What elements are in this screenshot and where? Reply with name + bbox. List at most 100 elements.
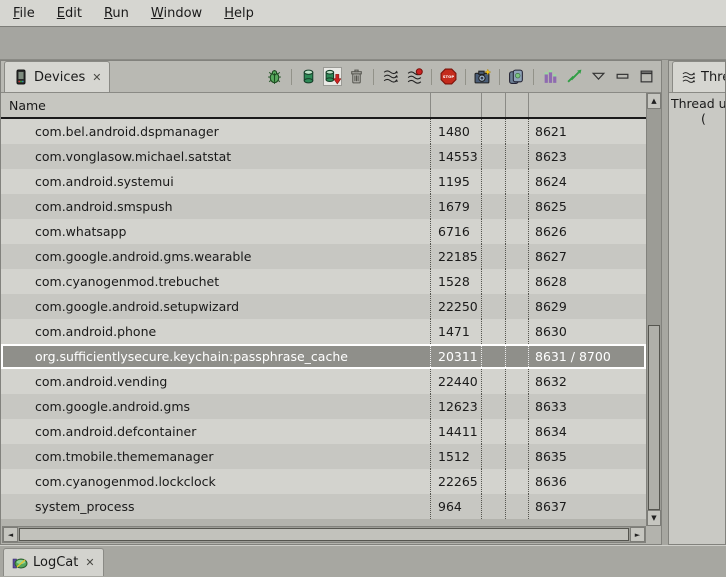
table-row[interactable]: com.google.android.setupwizard 22250 862… (1, 294, 646, 319)
horizontal-scroll-thumb[interactable] (19, 528, 629, 541)
empty-cell (505, 269, 528, 294)
devices-toolbar: STOP (265, 61, 661, 92)
table-row[interactable]: com.whatsapp 6716 8626 (1, 219, 646, 244)
table-row[interactable]: com.android.vending 22440 8632 (1, 369, 646, 394)
minimize-icon[interactable] (613, 67, 632, 86)
table-row[interactable]: com.android.systemui 1195 8624 (1, 169, 646, 194)
column-header-pid[interactable] (430, 93, 481, 117)
table-row[interactable]: org.sufficientlysecure.keychain:passphra… (1, 344, 646, 369)
process-name: org.sufficientlysecure.keychain:passphra… (35, 349, 348, 364)
threads-panel: Threads Thread up ( (668, 60, 726, 545)
process-pid: 1195 (438, 174, 470, 189)
table-row[interactable]: com.google.android.gms 12623 8633 (1, 394, 646, 419)
threads-tabbar: Threads (669, 61, 725, 93)
process-pid: 14553 (438, 149, 478, 164)
table-row[interactable]: com.android.smspush 1679 8625 (1, 194, 646, 219)
toolbar-separator (431, 69, 432, 85)
cause-gc-icon[interactable] (347, 67, 366, 86)
empty-cell (505, 119, 528, 144)
column-header-heap[interactable] (481, 93, 505, 117)
table-row[interactable]: com.google.android.gms.wearable 22185 86… (1, 244, 646, 269)
process-port: 8628 (535, 274, 567, 289)
update-heap-icon[interactable] (299, 67, 318, 86)
empty-cell (481, 469, 505, 494)
toolbar-separator (291, 69, 292, 85)
table-row[interactable]: com.cyanogenmod.trebuchet 1528 8628 (1, 269, 646, 294)
vertical-scrollbar[interactable]: ▲ ▼ (646, 93, 661, 526)
empty-cell (481, 144, 505, 169)
empty-cell (481, 244, 505, 269)
view-menu-icon[interactable] (589, 67, 608, 86)
table-row[interactable]: com.vonglasow.michael.satstat 14553 8623 (1, 144, 646, 169)
empty-cell (505, 494, 528, 519)
empty-cell (505, 344, 528, 369)
scroll-down-button[interactable]: ▼ (647, 510, 661, 526)
menu-item-window[interactable]: Window (140, 2, 213, 25)
tab-logcat[interactable]: LogCat ✕ (3, 548, 104, 576)
update-threads-icon[interactable] (381, 67, 400, 86)
scroll-up-button[interactable]: ▲ (647, 93, 661, 109)
column-header-port[interactable] (528, 93, 646, 117)
process-port: 8633 (535, 399, 567, 414)
scroll-left-button[interactable]: ◄ (3, 527, 18, 542)
table-header: Name (1, 93, 646, 119)
main-toolbar-empty (0, 27, 726, 60)
empty-cell (505, 444, 528, 469)
empty-cell (505, 369, 528, 394)
column-header-name[interactable]: Name (1, 93, 430, 117)
threads-message-line2: ( (701, 111, 723, 126)
device-table: Name com.bel.android.dspmanager 1480 862… (1, 93, 661, 526)
menu-item-help[interactable]: Help (213, 2, 265, 25)
maximize-icon[interactable] (637, 67, 656, 86)
table-row[interactable]: com.tmobile.thememanager 1512 8635 (1, 444, 646, 469)
empty-cell (481, 369, 505, 394)
process-name: com.google.android.gms.wearable (35, 249, 251, 264)
debug-process-icon[interactable] (265, 67, 284, 86)
start-method-profiling-icon[interactable] (405, 67, 424, 86)
close-icon[interactable]: ✕ (83, 556, 94, 569)
empty-cell (505, 319, 528, 344)
table-row[interactable]: com.android.phone 1471 8630 (1, 319, 646, 344)
empty-cell (481, 169, 505, 194)
dump-hprof-icon[interactable] (323, 67, 342, 86)
tab-devices-label: Devices (34, 70, 85, 85)
table-row[interactable]: com.android.defcontainer 14411 8634 (1, 419, 646, 444)
process-pid: 1471 (438, 324, 470, 339)
menu-item-file[interactable]: File (2, 2, 46, 25)
menu-item-edit[interactable]: Edit (46, 2, 93, 25)
menu-item-run[interactable]: Run (93, 2, 140, 25)
screen-capture-icon[interactable] (473, 67, 492, 86)
vertical-scroll-thumb[interactable] (648, 325, 660, 510)
process-port: 8623 (535, 149, 567, 164)
logcat-bar: LogCat ✕ (0, 545, 726, 576)
tab-devices[interactable]: Devices ✕ (4, 61, 110, 92)
devices-tabbar: Devices ✕ (1, 61, 661, 93)
dump-view-hierarchy-icon[interactable] (541, 67, 560, 86)
empty-cell (481, 319, 505, 344)
table-row[interactable]: com.cyanogenmod.lockclock 22265 8636 (1, 469, 646, 494)
horizontal-scrollbar[interactable]: ◄ ► (2, 526, 646, 543)
table-row[interactable]: com.bel.android.dspmanager 1480 8621 (1, 119, 646, 144)
empty-cell (481, 119, 505, 144)
threads-message-line1: Thread up (671, 96, 723, 111)
toolbar-separator (373, 69, 374, 85)
process-port: 8631 / 8700 (535, 349, 611, 364)
empty-cell (505, 394, 528, 419)
tab-threads[interactable]: Threads (672, 61, 726, 92)
close-icon[interactable]: ✕ (90, 71, 101, 84)
process-port: 8632 (535, 374, 567, 389)
table-row[interactable]: system_process 964 8637 (1, 494, 646, 519)
process-pid: 12623 (438, 399, 478, 414)
process-pid: 1679 (438, 199, 470, 214)
scroll-right-button[interactable]: ► (630, 527, 645, 542)
process-name: com.android.systemui (35, 174, 174, 189)
empty-cell (481, 394, 505, 419)
process-pid: 22265 (438, 474, 478, 489)
stop-process-icon[interactable]: STOP (439, 67, 458, 86)
capture-systrace-icon[interactable] (565, 67, 584, 86)
empty-cell (481, 494, 505, 519)
column-header-threads[interactable] (505, 93, 528, 117)
empty-cell (481, 269, 505, 294)
multi-screen-capture-icon[interactable] (507, 67, 526, 86)
process-name: com.android.phone (35, 324, 156, 339)
